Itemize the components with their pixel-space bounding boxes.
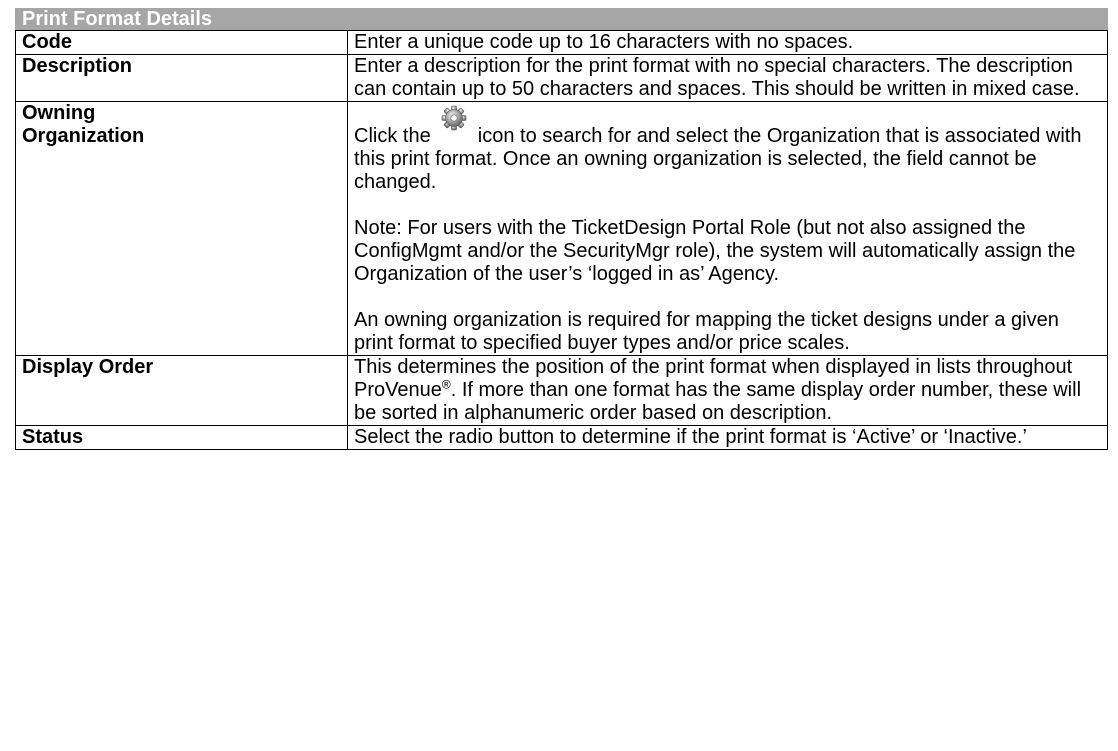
field-description-owning-organization: Click the icon to search for and select … [347,101,1108,356]
table-row: Code Enter a unique code up to 16 charac… [15,30,1108,55]
display-order-text-end: . If more than one format has the same d… [354,379,1082,424]
table-row: Status Select the radio button to determ… [15,425,1108,450]
field-label-owning-organization: Owning Organization [15,101,348,356]
table-title: Print Format Details [15,8,1108,31]
field-description-status: Select the radio button to determine if … [347,425,1108,450]
owning-organization-note: Note: For users with the TicketDesign Po… [354,217,1076,285]
table-row: Display Order This determines the positi… [15,355,1108,426]
table-row: Description Enter a description for the … [15,54,1108,102]
field-description-code: Enter a unique code up to 16 characters … [347,30,1108,55]
intro-text-before-icon: Click the [354,125,437,147]
field-label-display-order: Display Order [15,355,348,426]
field-label-status: Status [15,425,348,450]
print-format-details-table: Print Format Details Code Enter a unique… [15,8,1108,450]
table-header-row: Print Format Details [15,8,1108,31]
gear-icon [436,105,472,148]
field-label-code: Code [15,30,348,55]
registered-mark: ® [441,377,451,392]
owning-organization-label: Owning Organization [22,102,145,147]
field-description-display-order: This determines the position of the prin… [347,355,1108,426]
owning-organization-requirement: An owning organization is required for m… [354,309,1059,354]
table-row: Owning Organization Click the icon to se… [15,101,1108,356]
field-label-description: Description [15,54,348,102]
field-description-description: Enter a description for the print format… [347,54,1108,102]
owning-organization-intro: Click the icon to search for and select … [354,105,1101,194]
